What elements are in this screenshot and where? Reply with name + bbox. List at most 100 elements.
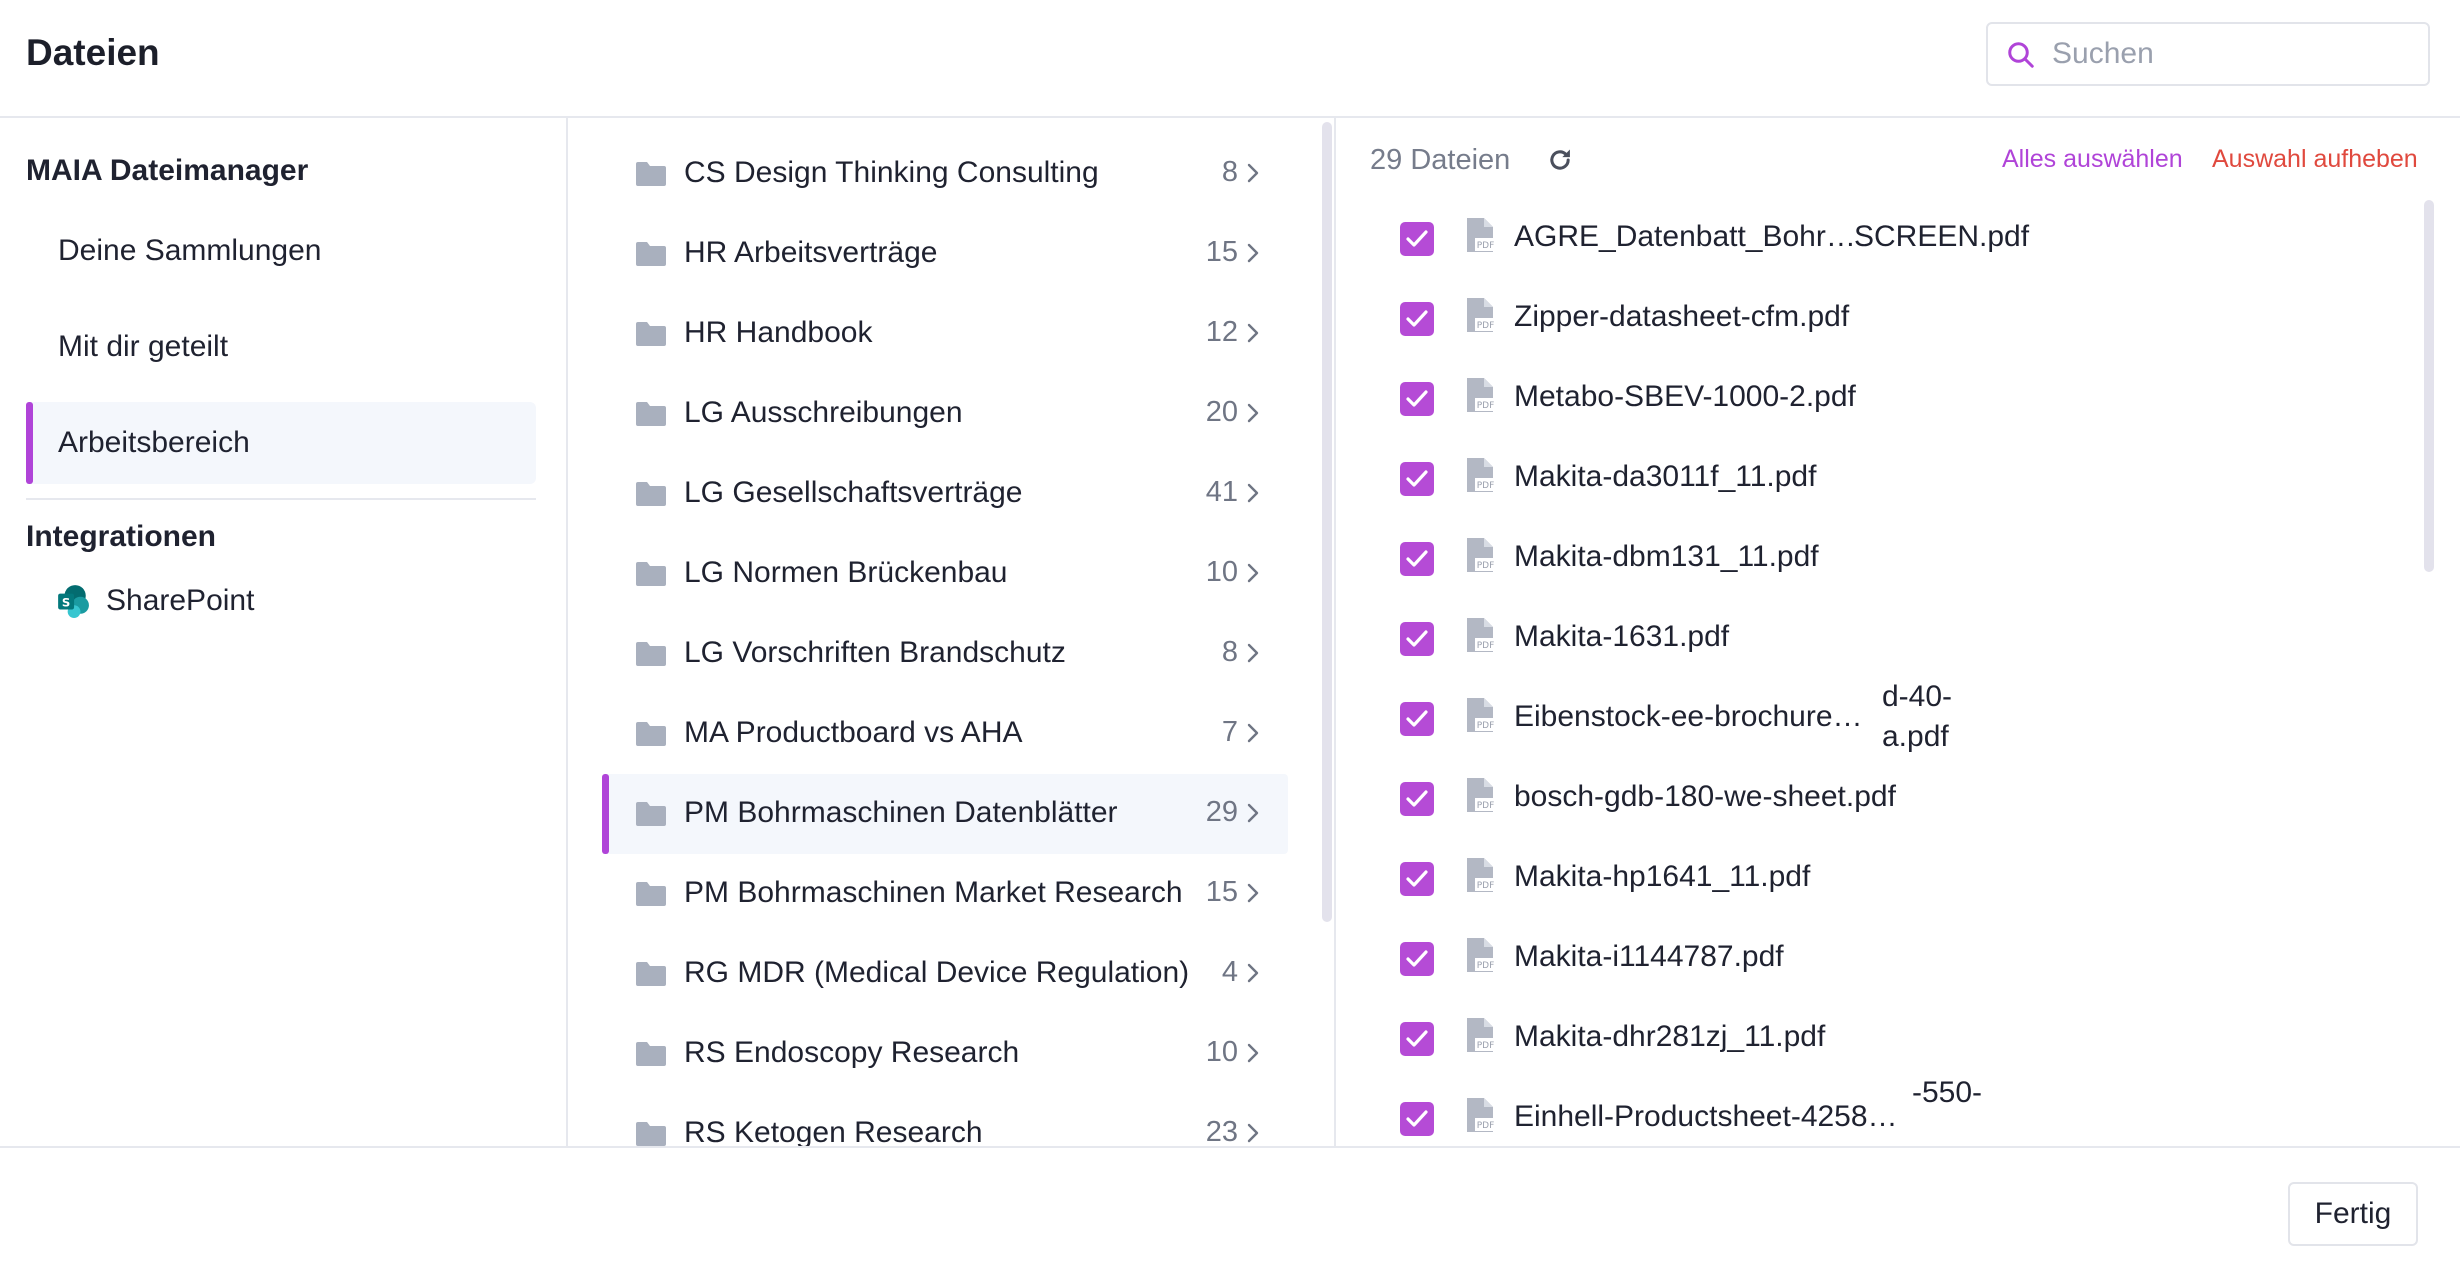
folder-row[interactable]: LG Normen Brückenbau 10 [602, 534, 1288, 614]
chevron-right-icon [1247, 323, 1259, 343]
file-row[interactable]: PDF AGRE_Datenbatt_Bohr… SCREEN.pdf [1400, 198, 2400, 278]
check-icon [1406, 710, 1428, 727]
file-checkbox[interactable] [1400, 382, 1434, 416]
chevron-right-icon [1247, 1043, 1259, 1063]
file-row[interactable]: PDF Makita-1631.pdf [1400, 598, 2400, 678]
folder-count: 29 [1205, 796, 1238, 828]
file-row[interactable]: PDF Makita-da3011f_11.pdf [1400, 438, 2400, 518]
folder-name: PM Bohrmaschinen Datenblätter [684, 796, 1118, 829]
pdf-file-icon: PDF [1467, 938, 1496, 972]
file-row[interactable]: PDF Metabo-SBEV-1000-2.pdf [1400, 358, 2400, 438]
file-checkbox[interactable] [1400, 1102, 1434, 1136]
sharepoint-label: SharePoint [106, 584, 255, 617]
done-button[interactable]: Fertig [2288, 1182, 2418, 1246]
pdf-file-icon: PDF [1467, 1098, 1496, 1132]
file-checkbox[interactable] [1400, 302, 1434, 336]
search-input[interactable] [2052, 32, 2412, 76]
file-row[interactable]: PDF Eibenstock-ee-brochure… d-40- a.pdf [1400, 678, 2400, 758]
sidebar-item-label: Mit dir geteilt [58, 330, 229, 363]
sidebar-item-collections[interactable]: Deine Sammlungen [26, 210, 536, 292]
file-name: Eibenstock-ee-brochure… [1514, 700, 1863, 733]
file-list-scrollbar[interactable] [2424, 200, 2434, 572]
file-checkbox[interactable] [1400, 622, 1434, 656]
svg-text:PDF: PDF [1477, 401, 1495, 411]
chevron-right-icon [1247, 403, 1259, 423]
svg-text:PDF: PDF [1477, 561, 1495, 571]
file-checkbox[interactable] [1400, 222, 1434, 256]
sidebar-item-shared[interactable]: Mit dir geteilt [26, 306, 536, 388]
file-checkbox[interactable] [1400, 542, 1434, 576]
file-name: Makita-dhr281zj_11.pdf [1514, 1020, 1826, 1053]
folder-count: 15 [1205, 876, 1238, 908]
sharepoint-icon: S [58, 585, 89, 618]
folder-row[interactable]: RS Endoscopy Research 10 [602, 1014, 1288, 1094]
check-icon [1406, 870, 1428, 887]
file-checkbox[interactable] [1400, 702, 1434, 736]
svg-text:PDF: PDF [1477, 801, 1495, 811]
file-checkbox[interactable] [1400, 462, 1434, 496]
file-row[interactable]: PDF Einhell-Productsheet-4258… -550- [1400, 1076, 2400, 1146]
folder-icon [636, 162, 666, 186]
folder-name: LG Ausschreibungen [684, 396, 963, 429]
chevron-right-icon [1247, 883, 1259, 903]
folder-row[interactable]: HR Handbook 12 [602, 294, 1288, 374]
check-icon [1406, 950, 1428, 967]
file-row[interactable]: PDF Makita-i1144787.pdf [1400, 918, 2400, 998]
folder-name: RS Ketogen Research [684, 1116, 983, 1146]
file-row[interactable]: PDF bosch-gdb-180-we-sheet.pdf [1400, 758, 2400, 838]
folder-row[interactable]: RG MDR (Medical Device Regulation) 4 [602, 934, 1288, 1014]
file-row[interactable]: PDF Makita-hp1641_11.pdf [1400, 838, 2400, 918]
file-row[interactable]: PDF Makita-dbm131_11.pdf [1400, 518, 2400, 598]
file-name: Makita-i1144787.pdf [1514, 940, 1784, 973]
search-icon [2008, 42, 2034, 68]
folder-count: 12 [1205, 316, 1238, 348]
sidebar-item-workspace[interactable]: Arbeitsbereich [26, 402, 536, 484]
pdf-file-icon: PDF [1467, 858, 1496, 892]
file-name: Einhell-Productsheet-4258… [1514, 1100, 1898, 1133]
folder-name: LG Normen Brückenbau [684, 556, 1008, 589]
refresh-icon[interactable] [1546, 146, 1574, 174]
check-icon [1406, 790, 1428, 807]
folder-row[interactable]: LG Vorschriften Brandschutz 8 [602, 614, 1288, 694]
check-icon [1406, 1110, 1428, 1127]
sidebar-item-label: Arbeitsbereich [58, 426, 250, 459]
folder-count: 15 [1205, 236, 1238, 268]
folder-count: 41 [1205, 476, 1238, 508]
folder-count: 20 [1205, 396, 1238, 428]
sidebar-item-sharepoint[interactable]: S SharePoint [56, 584, 254, 618]
folder-row[interactable]: CS Design Thinking Consulting 8 [602, 134, 1288, 214]
folder-row[interactable]: HR Arbeitsverträge 15 [602, 214, 1288, 294]
deselect-all-button[interactable]: Auswahl aufheben [2212, 145, 2418, 174]
folder-row[interactable]: LG Ausschreibungen 20 [602, 374, 1288, 454]
file-name: Zipper-datasheet-cfm.pdf [1514, 300, 1850, 333]
folder-count: 8 [1221, 636, 1238, 668]
file-row[interactable]: PDF Makita-dhr281zj_11.pdf [1400, 998, 2400, 1078]
folder-count: 4 [1221, 956, 1238, 988]
file-checkbox[interactable] [1400, 942, 1434, 976]
sidebar: MAIA Dateimanager Deine Sammlungen Mit d… [0, 118, 568, 1146]
file-count: 29 Dateien [1370, 144, 1511, 176]
pdf-file-icon: PDF [1467, 778, 1496, 812]
folder-count: 10 [1205, 556, 1238, 588]
pdf-file-icon: PDF [1467, 618, 1496, 652]
check-icon [1406, 230, 1428, 247]
file-checkbox[interactable] [1400, 862, 1434, 896]
folder-row[interactable]: PM Bohrmaschinen Market Research 15 [602, 854, 1288, 934]
folder-row[interactable]: PM Bohrmaschinen Datenblätter 29 [602, 774, 1288, 854]
file-name: bosch-gdb-180-we-sheet.pdf [1514, 780, 1896, 813]
check-icon [1406, 550, 1428, 567]
file-row[interactable]: PDF Zipper-datasheet-cfm.pdf [1400, 278, 2400, 358]
file-name: Makita-dbm131_11.pdf [1514, 540, 1819, 573]
sidebar-item-label: Deine Sammlungen [58, 234, 322, 267]
file-checkbox[interactable] [1400, 1022, 1434, 1056]
chevron-right-icon [1247, 483, 1259, 503]
file-checkbox[interactable] [1400, 782, 1434, 816]
select-all-button[interactable]: Alles auswählen [2002, 145, 2183, 174]
folder-row[interactable]: RS Ketogen Research 23 [602, 1094, 1288, 1146]
file-name-suffix: d-40- [1882, 680, 1953, 713]
folder-name: LG Vorschriften Brandschutz [684, 636, 1066, 669]
folder-row[interactable]: LG Gesellschaftsverträge 41 [602, 454, 1288, 534]
folder-list-scrollbar[interactable] [1322, 122, 1332, 922]
folder-row[interactable]: MA Productboard vs AHA 7 [602, 694, 1288, 774]
search-box[interactable] [1986, 22, 2430, 86]
